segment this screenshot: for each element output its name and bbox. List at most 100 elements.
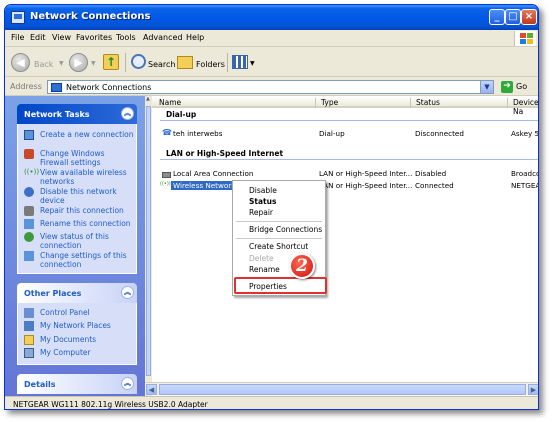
network-places-icon bbox=[24, 321, 34, 331]
disable-icon bbox=[24, 187, 34, 197]
list-item-selected[interactable]: ((•)) Wireless Network Connection LAN or… bbox=[152, 181, 538, 191]
back-arrow-icon[interactable]: ◀ bbox=[11, 53, 30, 72]
menu-repair[interactable]: Repair bbox=[249, 208, 273, 217]
status-text: NETGEAR WG111 802.11g Wireless USB2.0 Ad… bbox=[13, 400, 208, 409]
list-item[interactable]: ☎ teh interwebs Dial-up Disconnected Ask… bbox=[152, 128, 538, 139]
minimize-button[interactable]: _ bbox=[489, 9, 505, 25]
menu-bridge-connections[interactable]: Bridge Connections bbox=[249, 225, 322, 234]
details-header[interactable]: Details ︽ bbox=[17, 374, 137, 394]
item-name: teh interwebs bbox=[173, 129, 223, 138]
connections-list: Name Type Status Device Na Dial-up ☎ teh… bbox=[152, 96, 538, 396]
menu-view[interactable]: View bbox=[52, 33, 71, 42]
pane-scrollbar[interactable]: ▲ bbox=[146, 96, 151, 396]
scroll-thumb[interactable] bbox=[159, 384, 526, 395]
address-value: Network Connections bbox=[66, 83, 152, 92]
task-create-connection[interactable]: Create a new connection bbox=[24, 130, 134, 148]
wireless-icon: ((•)) bbox=[24, 168, 40, 176]
group-divider bbox=[160, 159, 538, 160]
task-label: Repair this connection bbox=[40, 206, 124, 215]
repair-icon bbox=[24, 206, 34, 216]
expand-chevron-icon[interactable]: ︽ bbox=[121, 377, 134, 390]
collapse-chevron-icon[interactable]: ︽ bbox=[121, 107, 134, 120]
forward-dropdown-icon[interactable]: ▼ bbox=[91, 60, 96, 67]
place-control-panel[interactable]: Control Panel bbox=[24, 308, 134, 318]
lan-connection-icon bbox=[162, 172, 171, 178]
menu-favorites[interactable]: Favorites bbox=[76, 33, 112, 42]
toolbar-separator bbox=[125, 53, 126, 72]
place-network-places[interactable]: My Network Places bbox=[24, 321, 134, 331]
task-change-settings[interactable]: Change settings of this connection bbox=[24, 251, 134, 269]
task-firewall[interactable]: Change Windows Firewall settings bbox=[24, 149, 134, 167]
back-button-label[interactable]: Back bbox=[34, 60, 53, 69]
column-name[interactable]: Name bbox=[154, 98, 181, 108]
folders-icon[interactable] bbox=[177, 56, 193, 69]
dialup-icon: ☎ bbox=[162, 128, 172, 137]
step-callout-badge: 2 bbox=[289, 253, 315, 279]
item-status: Disconnected bbox=[415, 129, 464, 138]
folders-button[interactable]: Folders bbox=[196, 60, 225, 69]
status-icon bbox=[24, 232, 34, 242]
item-type: Dial-up bbox=[319, 129, 345, 138]
menu-help[interactable]: Help bbox=[186, 33, 204, 42]
address-input[interactable]: Network Connections ▼ bbox=[47, 80, 494, 94]
search-button[interactable]: Search bbox=[148, 60, 175, 69]
scroll-right-icon[interactable]: ▶ bbox=[528, 384, 538, 395]
menu-create-shortcut[interactable]: Create Shortcut bbox=[249, 242, 308, 251]
list-item[interactable]: Local Area Connection LAN or High-Speed … bbox=[152, 169, 538, 179]
column-status[interactable]: Status bbox=[410, 98, 440, 108]
column-type[interactable]: Type bbox=[315, 98, 338, 108]
title-bar[interactable]: Network Connections _ □ × bbox=[5, 5, 538, 30]
task-view-wireless[interactable]: ((•)) View available wireless networks bbox=[24, 168, 134, 186]
place-label: My Network Places bbox=[40, 321, 111, 330]
properties-highlight-box bbox=[234, 277, 327, 294]
forward-arrow-icon[interactable]: ▶ bbox=[69, 53, 88, 72]
item-device: Broadcom bbox=[511, 169, 538, 178]
collapse-chevron-icon[interactable]: ︽ bbox=[121, 286, 134, 299]
status-bar: NETGEAR WG111 802.11g Wireless USB2.0 Ad… bbox=[5, 396, 538, 409]
task-label: View available wireless networks bbox=[40, 168, 127, 186]
task-rename[interactable]: Rename this connection bbox=[24, 219, 134, 229]
task-repair[interactable]: Repair this connection bbox=[24, 206, 134, 216]
maximize-button[interactable]: □ bbox=[505, 9, 521, 25]
network-tasks-header[interactable]: Network Tasks ︽ bbox=[17, 104, 137, 124]
folder-up-icon[interactable]: ↑ bbox=[103, 54, 119, 70]
group-lan: LAN or High-Speed Internet bbox=[166, 149, 284, 158]
computer-icon bbox=[24, 348, 34, 358]
close-button[interactable]: × bbox=[521, 9, 537, 25]
item-status: Connected bbox=[415, 181, 454, 190]
scroll-up-icon[interactable]: ▲ bbox=[146, 96, 151, 103]
place-my-documents[interactable]: My Documents bbox=[24, 335, 134, 345]
menu-disable[interactable]: Disable bbox=[249, 186, 277, 195]
menu-edit[interactable]: Edit bbox=[30, 33, 46, 42]
other-places-panel: Control Panel My Network Places My Docum… bbox=[17, 303, 137, 365]
control-panel-icon bbox=[24, 308, 34, 318]
menu-bar: File Edit View Favorites Tools Advanced … bbox=[5, 30, 538, 47]
other-places-header[interactable]: Other Places ︽ bbox=[17, 283, 137, 303]
address-dropdown-icon[interactable]: ▼ bbox=[480, 81, 493, 93]
menu-tools[interactable]: Tools bbox=[116, 33, 136, 42]
network-tasks-panel: Create a new connection Change Windows F… bbox=[17, 124, 137, 274]
scroll-left-icon[interactable]: ◀ bbox=[146, 384, 157, 395]
task-disable-device[interactable]: Disable this network device bbox=[24, 187, 134, 205]
search-icon[interactable] bbox=[131, 54, 146, 69]
task-label: Rename this connection bbox=[40, 219, 131, 228]
menu-status[interactable]: Status bbox=[249, 197, 276, 206]
place-my-computer[interactable]: My Computer bbox=[24, 348, 134, 358]
menu-rename[interactable]: Rename bbox=[249, 265, 280, 274]
address-bar: Address Network Connections ▼ ➜ Go bbox=[5, 78, 538, 96]
menu-file[interactable]: File bbox=[11, 33, 24, 42]
column-device-name[interactable]: Device Na bbox=[507, 98, 538, 116]
go-label: Go bbox=[516, 82, 528, 91]
menu-advanced[interactable]: Advanced bbox=[143, 33, 183, 42]
task-view-status[interactable]: View status of this connection bbox=[24, 232, 134, 250]
horizontal-scrollbar[interactable]: ◀ ▶ bbox=[145, 382, 538, 395]
views-icon[interactable] bbox=[232, 55, 248, 69]
rename-icon bbox=[24, 219, 34, 229]
back-dropdown-icon[interactable]: ▼ bbox=[59, 60, 64, 67]
task-label: Change settings of this connection bbox=[40, 251, 127, 269]
views-dropdown-icon[interactable]: ▼ bbox=[250, 60, 255, 67]
scroll-thumb[interactable] bbox=[146, 106, 151, 376]
network-tasks-title: Network Tasks bbox=[24, 110, 90, 119]
go-button[interactable]: ➜ Go bbox=[501, 80, 533, 94]
place-label: Control Panel bbox=[40, 308, 90, 317]
